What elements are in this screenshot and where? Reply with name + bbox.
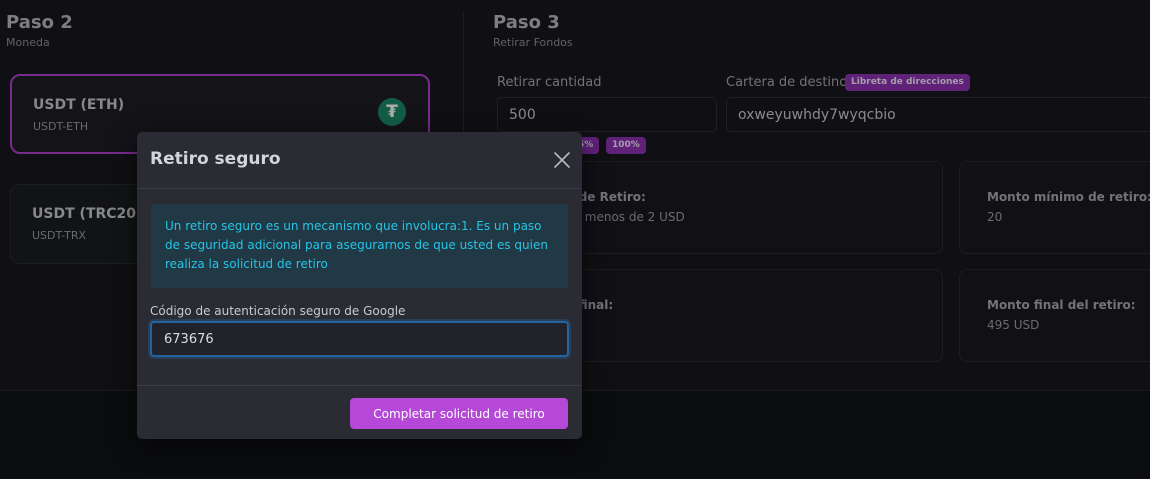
auth-code-input[interactable]: [150, 321, 569, 357]
modal-divider: [137, 385, 582, 386]
security-info-message: Un retiro seguro es un mecanismo que inv…: [151, 204, 568, 288]
close-icon[interactable]: [551, 149, 573, 171]
secure-withdraw-modal: Retiro seguro Un retiro seguro es un mec…: [137, 132, 582, 439]
modal-divider: [137, 188, 582, 189]
auth-code-label: Código de autenticación seguro de Google: [150, 304, 406, 318]
complete-withdraw-button[interactable]: Completar solicitud de retiro: [350, 398, 568, 429]
modal-title: Retiro seguro: [150, 149, 281, 169]
